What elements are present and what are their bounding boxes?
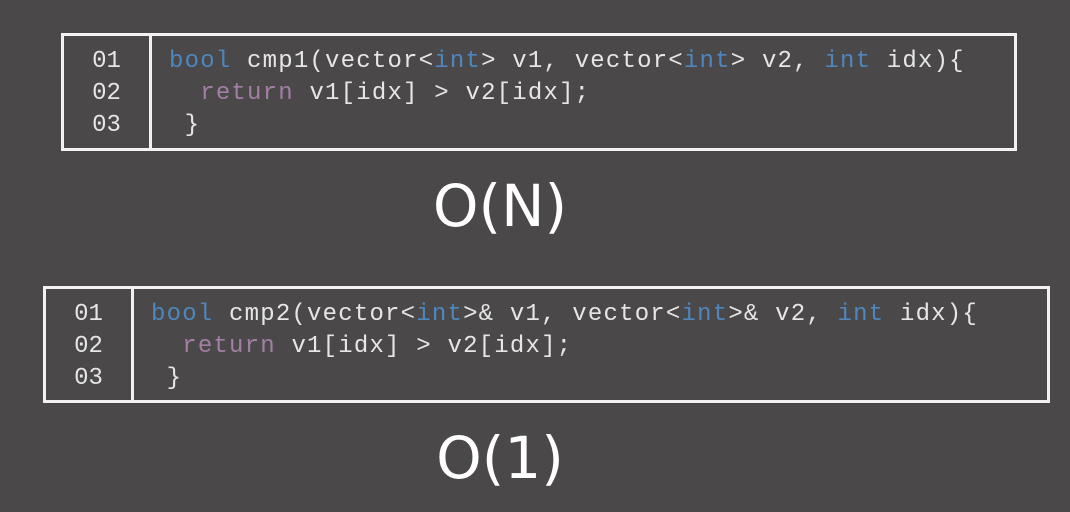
- complexity-label: O(N): [432, 172, 568, 240]
- line-number: 02: [92, 80, 121, 107]
- line-number-gutter: 01 02 03: [64, 36, 152, 148]
- code-text: idx){: [871, 48, 965, 75]
- code-text: cmp1(vector<: [231, 48, 435, 75]
- keyword-return: return: [182, 333, 276, 360]
- code-text: >& v2,: [728, 301, 838, 328]
- keyword: int: [416, 301, 464, 328]
- keyword: int: [681, 301, 729, 328]
- line-number: 03: [92, 112, 121, 139]
- code-line: }: [169, 112, 201, 139]
- line-number: 02: [74, 333, 103, 360]
- code-text: >& v1, vector<: [463, 301, 682, 328]
- complexity-label: O(1): [436, 424, 564, 492]
- code-text: v1[idx] > v2[idx];: [275, 333, 573, 360]
- code-text: v1[idx] > v2[idx];: [293, 80, 591, 107]
- code-line: return v1[idx] > v2[idx];: [169, 78, 965, 110]
- line-number-gutter: 01 02 03: [46, 289, 134, 400]
- code-line: bool cmp1(vector<int> v1, vector<int> v2…: [169, 46, 965, 78]
- keyword: int: [434, 48, 482, 75]
- keyword: bool: [169, 48, 232, 75]
- code-line: }: [151, 365, 183, 392]
- code-text: cmp2(vector<: [213, 301, 417, 328]
- code-line: return v1[idx] > v2[idx];: [151, 331, 978, 363]
- line-number: 01: [92, 48, 121, 75]
- keyword: int: [683, 48, 731, 75]
- code-line: bool cmp2(vector<int>& v1, vector<int>& …: [151, 299, 978, 331]
- code-block-cmp1: 01 02 03 bool cmp1(vector<int> v1, vecto…: [61, 33, 1017, 151]
- line-number: 01: [74, 301, 103, 328]
- code-area: bool cmp1(vector<int> v1, vector<int> v2…: [152, 36, 965, 148]
- code-area: bool cmp2(vector<int>& v1, vector<int>& …: [134, 289, 978, 400]
- keyword: bool: [151, 301, 214, 328]
- keyword: int: [837, 301, 885, 328]
- keyword: int: [824, 48, 872, 75]
- code-block-cmp2: 01 02 03 bool cmp2(vector<int>& v1, vect…: [43, 286, 1050, 403]
- code-text: > v2,: [730, 48, 825, 75]
- code-text: idx){: [884, 301, 978, 328]
- keyword-return: return: [200, 80, 294, 107]
- line-number: 03: [74, 365, 103, 392]
- code-text: > v1, vector<: [481, 48, 684, 75]
